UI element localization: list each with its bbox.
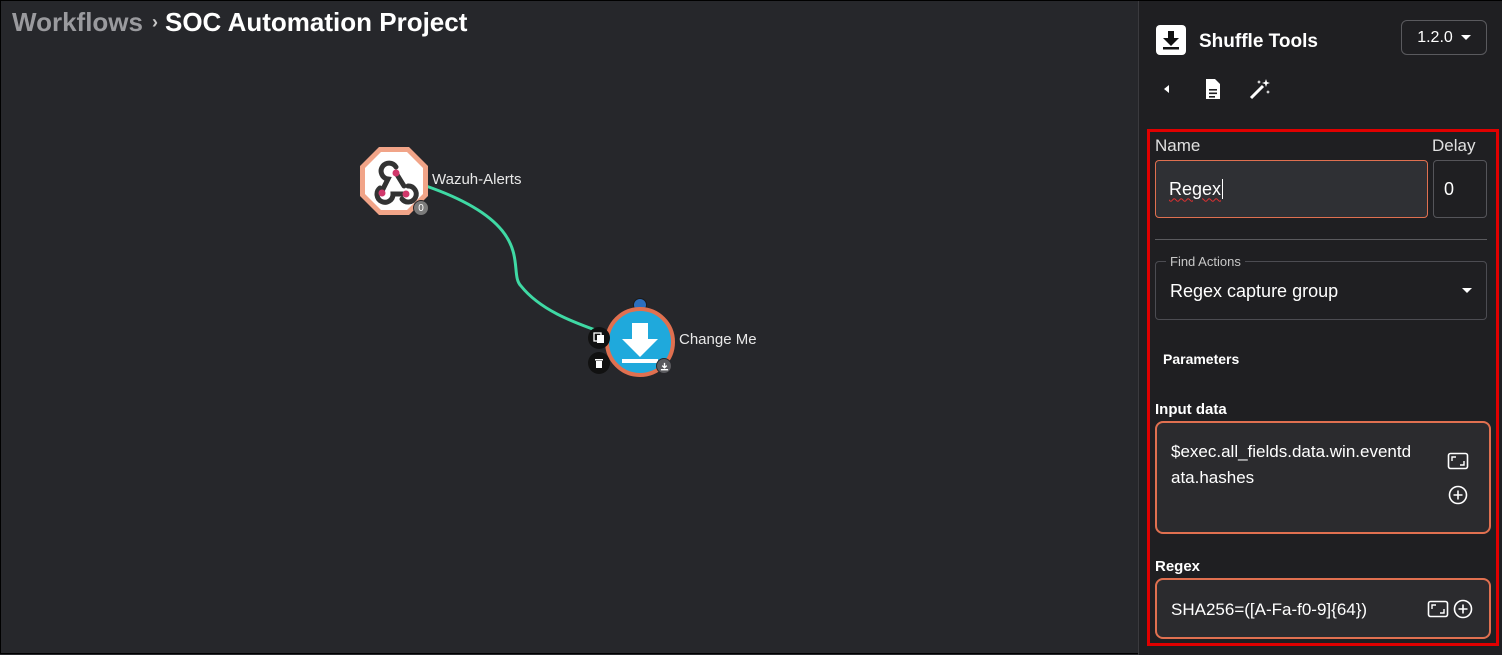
name-label: Name xyxy=(1155,136,1201,155)
action-node-label: Change Me xyxy=(679,331,757,348)
workflow-canvas[interactable]: 0 Wazuh-Alerts Change Me xyxy=(1,1,1138,655)
divider xyxy=(1155,239,1487,240)
copy-icon xyxy=(593,332,604,343)
documentation-button[interactable] xyxy=(1201,76,1225,102)
delete-node-button[interactable] xyxy=(588,352,610,374)
regex-label: Regex xyxy=(1155,558,1201,575)
expand-field-button[interactable] xyxy=(1447,451,1469,471)
parameters-heading: Parameters xyxy=(1163,351,1240,367)
document-icon xyxy=(1206,79,1220,99)
breadcrumb-workflows-link[interactable]: Workflows xyxy=(12,7,143,38)
name-input-value: Regex xyxy=(1169,178,1222,199)
execution-count-badge: 0 xyxy=(413,200,429,216)
autocomplete-wand-button[interactable] xyxy=(1247,76,1273,102)
copy-node-button[interactable] xyxy=(588,327,610,349)
input-data-line-2: ata.hashes xyxy=(1171,468,1255,487)
version-select[interactable]: 1.2.0 xyxy=(1401,20,1487,55)
find-actions-select[interactable]: Find Actions Regex capture group xyxy=(1155,254,1487,320)
trigger-node-label: Wazuh-Alerts xyxy=(432,171,522,188)
workflow-edge xyxy=(425,184,599,333)
add-variable-button[interactable] xyxy=(1452,598,1474,620)
magic-wand-icon xyxy=(1249,79,1270,100)
regex-value: SHA256=([A-Fa-f0-9]{64}) xyxy=(1171,600,1368,619)
trigger-node-wazuh-alerts[interactable]: 0 xyxy=(358,145,430,217)
shuffle-tools-app-icon xyxy=(1156,25,1186,55)
delay-input[interactable]: 0 xyxy=(1433,160,1487,218)
chevron-down-icon xyxy=(1460,35,1471,40)
breadcrumb: Workflows › SOC Automation Project xyxy=(12,7,467,38)
trash-icon xyxy=(595,359,603,368)
expand-icon xyxy=(1427,600,1449,618)
plus-circle-icon xyxy=(1453,599,1473,619)
input-data-field[interactable]: $exec.all_fields.data.win.eventd ata.has… xyxy=(1155,421,1491,534)
expand-icon xyxy=(1447,452,1469,470)
download-icon xyxy=(1163,31,1179,50)
plus-circle-icon xyxy=(1448,485,1468,505)
download-icon xyxy=(622,323,658,363)
input-data-label: Input data xyxy=(1155,401,1227,418)
chevron-down-icon xyxy=(1462,288,1472,293)
delay-input-value: 0 xyxy=(1444,178,1455,199)
find-actions-value: Regex capture group xyxy=(1170,281,1339,301)
expand-field-button[interactable] xyxy=(1427,599,1449,619)
collapse-panel-button[interactable] xyxy=(1159,76,1175,102)
text-caret xyxy=(1222,179,1224,199)
version-value: 1.2.0 xyxy=(1417,28,1453,46)
action-config-panel: Shuffle Tools 1.2.0 Name Delay Regex 0 F… xyxy=(1138,1,1502,655)
name-input[interactable]: Regex xyxy=(1155,160,1428,218)
action-node-change-me[interactable] xyxy=(605,307,675,377)
regex-field[interactable]: SHA256=([A-Fa-f0-9]{64}) xyxy=(1155,578,1491,639)
delay-label: Delay xyxy=(1432,136,1476,155)
workflow-title: SOC Automation Project xyxy=(164,7,468,37)
input-data-line-1: $exec.all_fields.data.win.eventd xyxy=(1171,442,1412,461)
chevron-left-icon xyxy=(1164,85,1169,93)
app-window: 0 Wazuh-Alerts Change Me Workflows › SOC… xyxy=(0,0,1502,655)
app-title: Shuffle Tools xyxy=(1199,31,1318,52)
breadcrumb-separator: › xyxy=(151,12,158,32)
find-actions-legend: Find Actions xyxy=(1166,254,1245,269)
add-variable-button[interactable] xyxy=(1447,484,1469,506)
node-download-badge xyxy=(656,358,672,374)
